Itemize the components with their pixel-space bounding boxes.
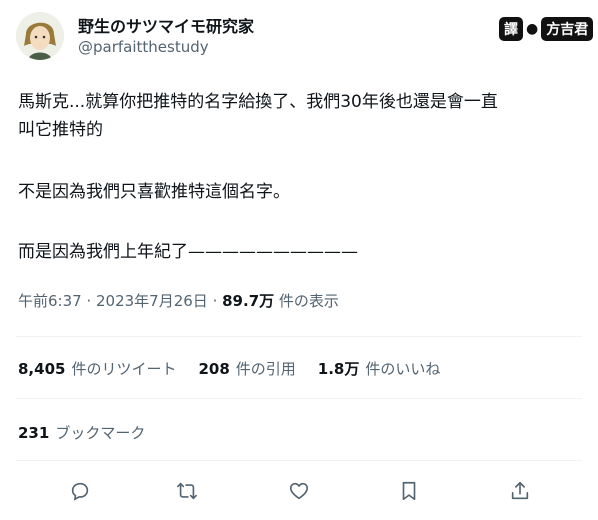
tweet-time[interactable]: 午前6:37 xyxy=(18,292,82,310)
retweet-icon[interactable] xyxy=(172,476,202,506)
meta-separator: · xyxy=(207,292,223,310)
tweet-line-4: 而是因為我們上年紀了—————————— xyxy=(18,242,358,262)
tweet-line-2: 叫它推特的 xyxy=(18,120,103,140)
avatar[interactable] xyxy=(16,12,64,60)
divider xyxy=(16,398,582,399)
bookmark-count: 231 xyxy=(18,424,50,442)
engagement-stats: 8,405 件のリツイート 208 件の引用 1.8万 件のいいね xyxy=(18,358,440,379)
quote-count: 208 xyxy=(198,360,230,378)
avatar-illustration xyxy=(16,12,64,60)
author-handle[interactable]: @parfaitthestudy xyxy=(78,38,209,56)
divider xyxy=(16,336,582,337)
badge-prefix: 譯 xyxy=(499,17,523,41)
tweet-date[interactable]: 2023年7月26日 xyxy=(96,292,208,310)
like-label: 件のいいね xyxy=(365,360,441,378)
action-bar xyxy=(0,476,598,506)
tweet-line-3: 不是因為我們只喜歡推特這個名字。 xyxy=(18,182,290,202)
translator-badge: 譯 ● 方吉君 xyxy=(493,17,598,41)
bookmark-stat[interactable]: 231 ブックマーク xyxy=(18,422,145,443)
retweet-stat[interactable]: 8,405 件のリツイート xyxy=(18,358,176,379)
like-icon[interactable] xyxy=(284,476,314,506)
like-count: 1.8万 xyxy=(317,360,360,378)
badge-name: 方吉君 xyxy=(541,17,594,41)
divider xyxy=(16,460,582,461)
tweet-meta: 午前6:37 · 2023年7月26日 · 89.7万 件の表示 xyxy=(18,290,339,311)
bookmark-icon[interactable] xyxy=(394,476,424,506)
tweet-line-1: 馬斯克...就算你把推特的名字給換了、我們30年後也還是會一直 xyxy=(18,92,498,112)
retweet-label: 件のリツイート xyxy=(71,360,177,378)
like-stat[interactable]: 1.8万 件のいいね xyxy=(318,358,441,379)
quote-stat[interactable]: 208 件の引用 xyxy=(198,358,295,379)
author-display-name[interactable]: 野生のサツマイモ研究家 xyxy=(78,13,254,37)
bookmark-label: ブックマーク xyxy=(55,424,146,442)
badge-separator-icon: ● xyxy=(526,21,539,37)
reply-icon[interactable] xyxy=(65,476,95,506)
view-count: 89.7万 xyxy=(222,292,275,310)
quote-label: 件の引用 xyxy=(235,360,296,378)
view-label: 件の表示 xyxy=(278,292,339,310)
retweet-count: 8,405 xyxy=(18,360,66,378)
meta-separator: · xyxy=(81,292,96,310)
share-icon[interactable] xyxy=(505,476,535,506)
